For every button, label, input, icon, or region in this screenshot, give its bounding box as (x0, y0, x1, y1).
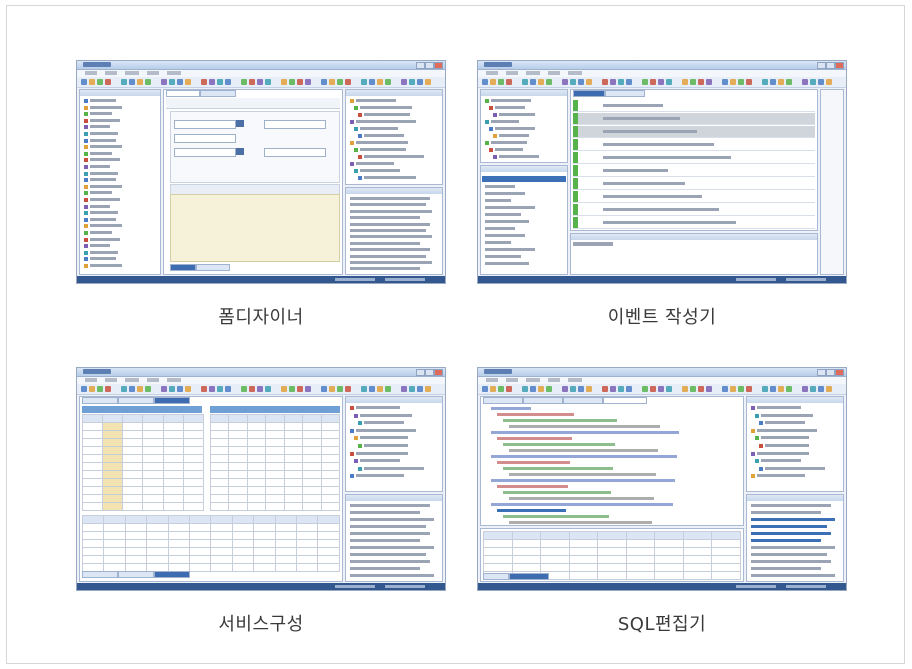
screenshot-sql-editor[interactable] (477, 367, 847, 591)
card-sql-editor[interactable]: SQL편집기 (477, 367, 847, 635)
card-caption: SQL편집기 (617, 614, 707, 635)
card-service-composition[interactable]: 서비스구성 (76, 367, 446, 635)
card-form-designer[interactable]: 폼디자이너 (76, 60, 446, 328)
card-event-builder[interactable]: 이벤트 작성기 (477, 60, 847, 328)
card-caption: 이벤트 작성기 (607, 307, 717, 328)
card-caption: 폼디자이너 (218, 307, 304, 328)
screenshot-event-builder[interactable] (477, 60, 847, 284)
gallery-frame: 폼디자이너 이벤트 작성기 서비스구성 SQL편집기 (6, 5, 905, 664)
screenshot-form-designer[interactable] (76, 60, 446, 284)
screenshot-service-composition[interactable] (76, 367, 446, 591)
card-caption: 서비스구성 (218, 614, 304, 635)
